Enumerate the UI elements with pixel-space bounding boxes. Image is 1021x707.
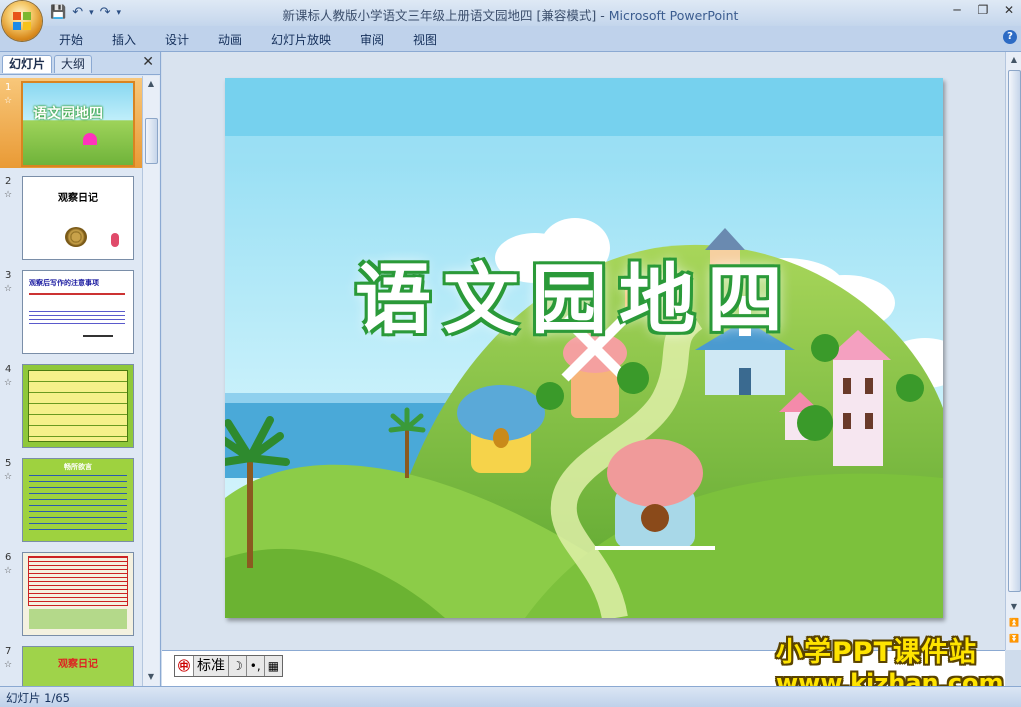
slide-star-icon: ☆ [4, 190, 13, 200]
ime-punctuation-icon[interactable]: •, [247, 656, 265, 676]
ime-keyboard-icon[interactable]: ▦ [265, 656, 282, 676]
slide-scrollbar[interactable]: ▲ ▼ ⏫ ⏬ [1005, 52, 1021, 650]
restore-icon[interactable]: ❐ [975, 3, 991, 17]
office-logo-icon [13, 12, 31, 30]
slide-star-icon: ☆ [4, 660, 13, 670]
status-bar: 幻灯片 1/65 [0, 686, 1021, 707]
slide-number: 3 [5, 270, 12, 281]
text-lines [29, 311, 125, 325]
snail-illustration [65, 227, 87, 247]
app-name: Microsoft PowerPoint [608, 8, 739, 23]
slide-background [225, 78, 943, 618]
tab-animations[interactable]: 动画 [218, 31, 242, 48]
slide-thumbnail-7[interactable]: 7 ☆ 观察日记 [0, 642, 142, 686]
scroll-down-icon[interactable]: ▼ [1007, 600, 1021, 614]
panel-close-icon[interactable]: ✕ [142, 54, 154, 70]
watermark-title: 小学PPT课件站 [776, 637, 977, 668]
help-icon[interactable]: ? [1003, 30, 1017, 44]
slide-thumbnail-3[interactable]: 3 ☆ 观察后写作的注意事项 [0, 266, 142, 356]
slide-star-icon: ☆ [4, 472, 13, 482]
girl-illustration [111, 233, 119, 247]
scroll-up-icon[interactable]: ▲ [144, 77, 158, 91]
thumbnail-title: 观察日记 [58, 659, 98, 670]
thumbnail-preview: 观察日记 [22, 646, 134, 686]
next-slide-icon[interactable]: ⏬ [1007, 632, 1021, 646]
minimize-icon[interactable]: ─ [949, 3, 965, 17]
tab-design[interactable]: 设计 [165, 31, 189, 48]
ime-logo-icon[interactable]: ㊥ [175, 656, 195, 676]
tab-view[interactable]: 视图 [413, 31, 437, 48]
slide-number: 7 [5, 646, 12, 657]
tab-home[interactable]: 开始 [59, 31, 83, 48]
text-lines [29, 475, 127, 531]
thumbnail-preview: 观察日记 [22, 176, 134, 260]
tab-slideshow[interactable]: 幻灯片放映 [271, 31, 331, 48]
thumbnail-house [83, 133, 97, 145]
thumbnail-scrollbar[interactable]: ▲ ▼ [142, 76, 159, 686]
slide-number: 2 [5, 176, 12, 187]
scrollbar-thumb[interactable] [1008, 70, 1021, 592]
tab-slides[interactable]: 幻灯片 [2, 55, 53, 73]
thumbnail-preview [22, 552, 134, 636]
ribbon-tabs: 开始 插入 设计 动画 幻灯片放映 审阅 视图 [0, 26, 1021, 52]
current-slide[interactable]: 语文园地四 [225, 78, 943, 618]
slide-star-icon: ☆ [4, 378, 13, 388]
thumbnail-preview: 畅所欲言 [22, 458, 134, 542]
thumbnail-title: 观察后写作的注意事项 [29, 279, 99, 287]
text-lines [29, 293, 125, 295]
scrollbar-thumb[interactable] [145, 118, 158, 164]
slide-number: 5 [5, 458, 12, 469]
tab-insert[interactable]: 插入 [112, 31, 136, 48]
slide-thumbnail-2[interactable]: 2 ☆ 观察日记 [0, 172, 142, 262]
slide-thumbnail-5[interactable]: 5 ☆ 畅所欲言 [0, 454, 142, 544]
slide-counter: 幻灯片 1/65 [6, 691, 70, 705]
table-grid [28, 370, 128, 442]
text-block [28, 556, 128, 606]
slide-number: 1 [5, 82, 12, 93]
title-separator: - [596, 8, 609, 23]
slide-editor: 语文园地四 [162, 52, 1005, 650]
slide-thumbnail-6[interactable]: 6 ☆ [0, 548, 142, 638]
panel-tabs: 幻灯片 大纲 ✕ [0, 52, 160, 75]
slide-number: 6 [5, 552, 12, 563]
slide-thumbnail-4[interactable]: 4 ☆ [0, 360, 142, 450]
tab-review[interactable]: 审阅 [360, 31, 384, 48]
thumbnail-title: 语文园地四 [33, 106, 103, 122]
window-controls: ─ ❐ ✕ [949, 3, 1017, 17]
window-title: 新课标人教版小学语文三年级上册语文园地四 [兼容模式] - Microsoft … [0, 5, 1021, 24]
thumbnail-preview: 观察后写作的注意事项 [22, 270, 134, 354]
thumbnail-title: 畅所欲言 [64, 463, 92, 471]
scroll-down-icon[interactable]: ▼ [144, 670, 158, 684]
slide-title[interactable]: 语文园地四 [295, 238, 855, 348]
slide-star-icon: ☆ [4, 284, 13, 294]
thumbnail-preview: 语文园地四 [21, 81, 135, 167]
previous-slide-icon[interactable]: ⏫ [1007, 616, 1021, 630]
slide-number: 4 [5, 364, 12, 375]
title-bar: 💾 ↶ ▾ ↷ ▾ 新课标人教版小学语文三年级上册语文园地四 [兼容模式] - … [0, 0, 1021, 26]
document-title: 新课标人教版小学语文三年级上册语文园地四 [兼容模式] [282, 8, 597, 23]
thumbnail-list: 1 ☆ 语文园地四 2 ☆ 观察日记 3 ☆ 观察后写作的注意事项 4 ☆ 5 … [0, 76, 142, 686]
slide-star-icon: ☆ [4, 96, 13, 106]
thumbnail-preview [22, 364, 134, 448]
close-icon[interactable]: ✕ [1001, 3, 1017, 17]
ime-toolbar: ㊥ 标准 ☽ •, ▦ [174, 655, 284, 677]
office-button[interactable] [2, 1, 42, 41]
thumbnail-title: 观察日记 [58, 193, 98, 204]
tab-outline[interactable]: 大纲 [54, 55, 93, 73]
slides-panel: 幻灯片 大纲 ✕ 1 ☆ 语文园地四 2 ☆ 观察日记 3 ☆ 观察后写作的注意… [0, 52, 161, 686]
ime-fullwidth-icon[interactable]: ☽ [229, 656, 247, 676]
slide-star-icon: ☆ [4, 566, 13, 576]
scroll-up-icon[interactable]: ▲ [1007, 53, 1021, 67]
slide-thumbnail-1[interactable]: 1 ☆ 语文园地四 [0, 78, 142, 168]
text-lines [83, 335, 113, 337]
ime-mode-button[interactable]: 标准 [194, 656, 230, 676]
text-block [29, 609, 127, 629]
